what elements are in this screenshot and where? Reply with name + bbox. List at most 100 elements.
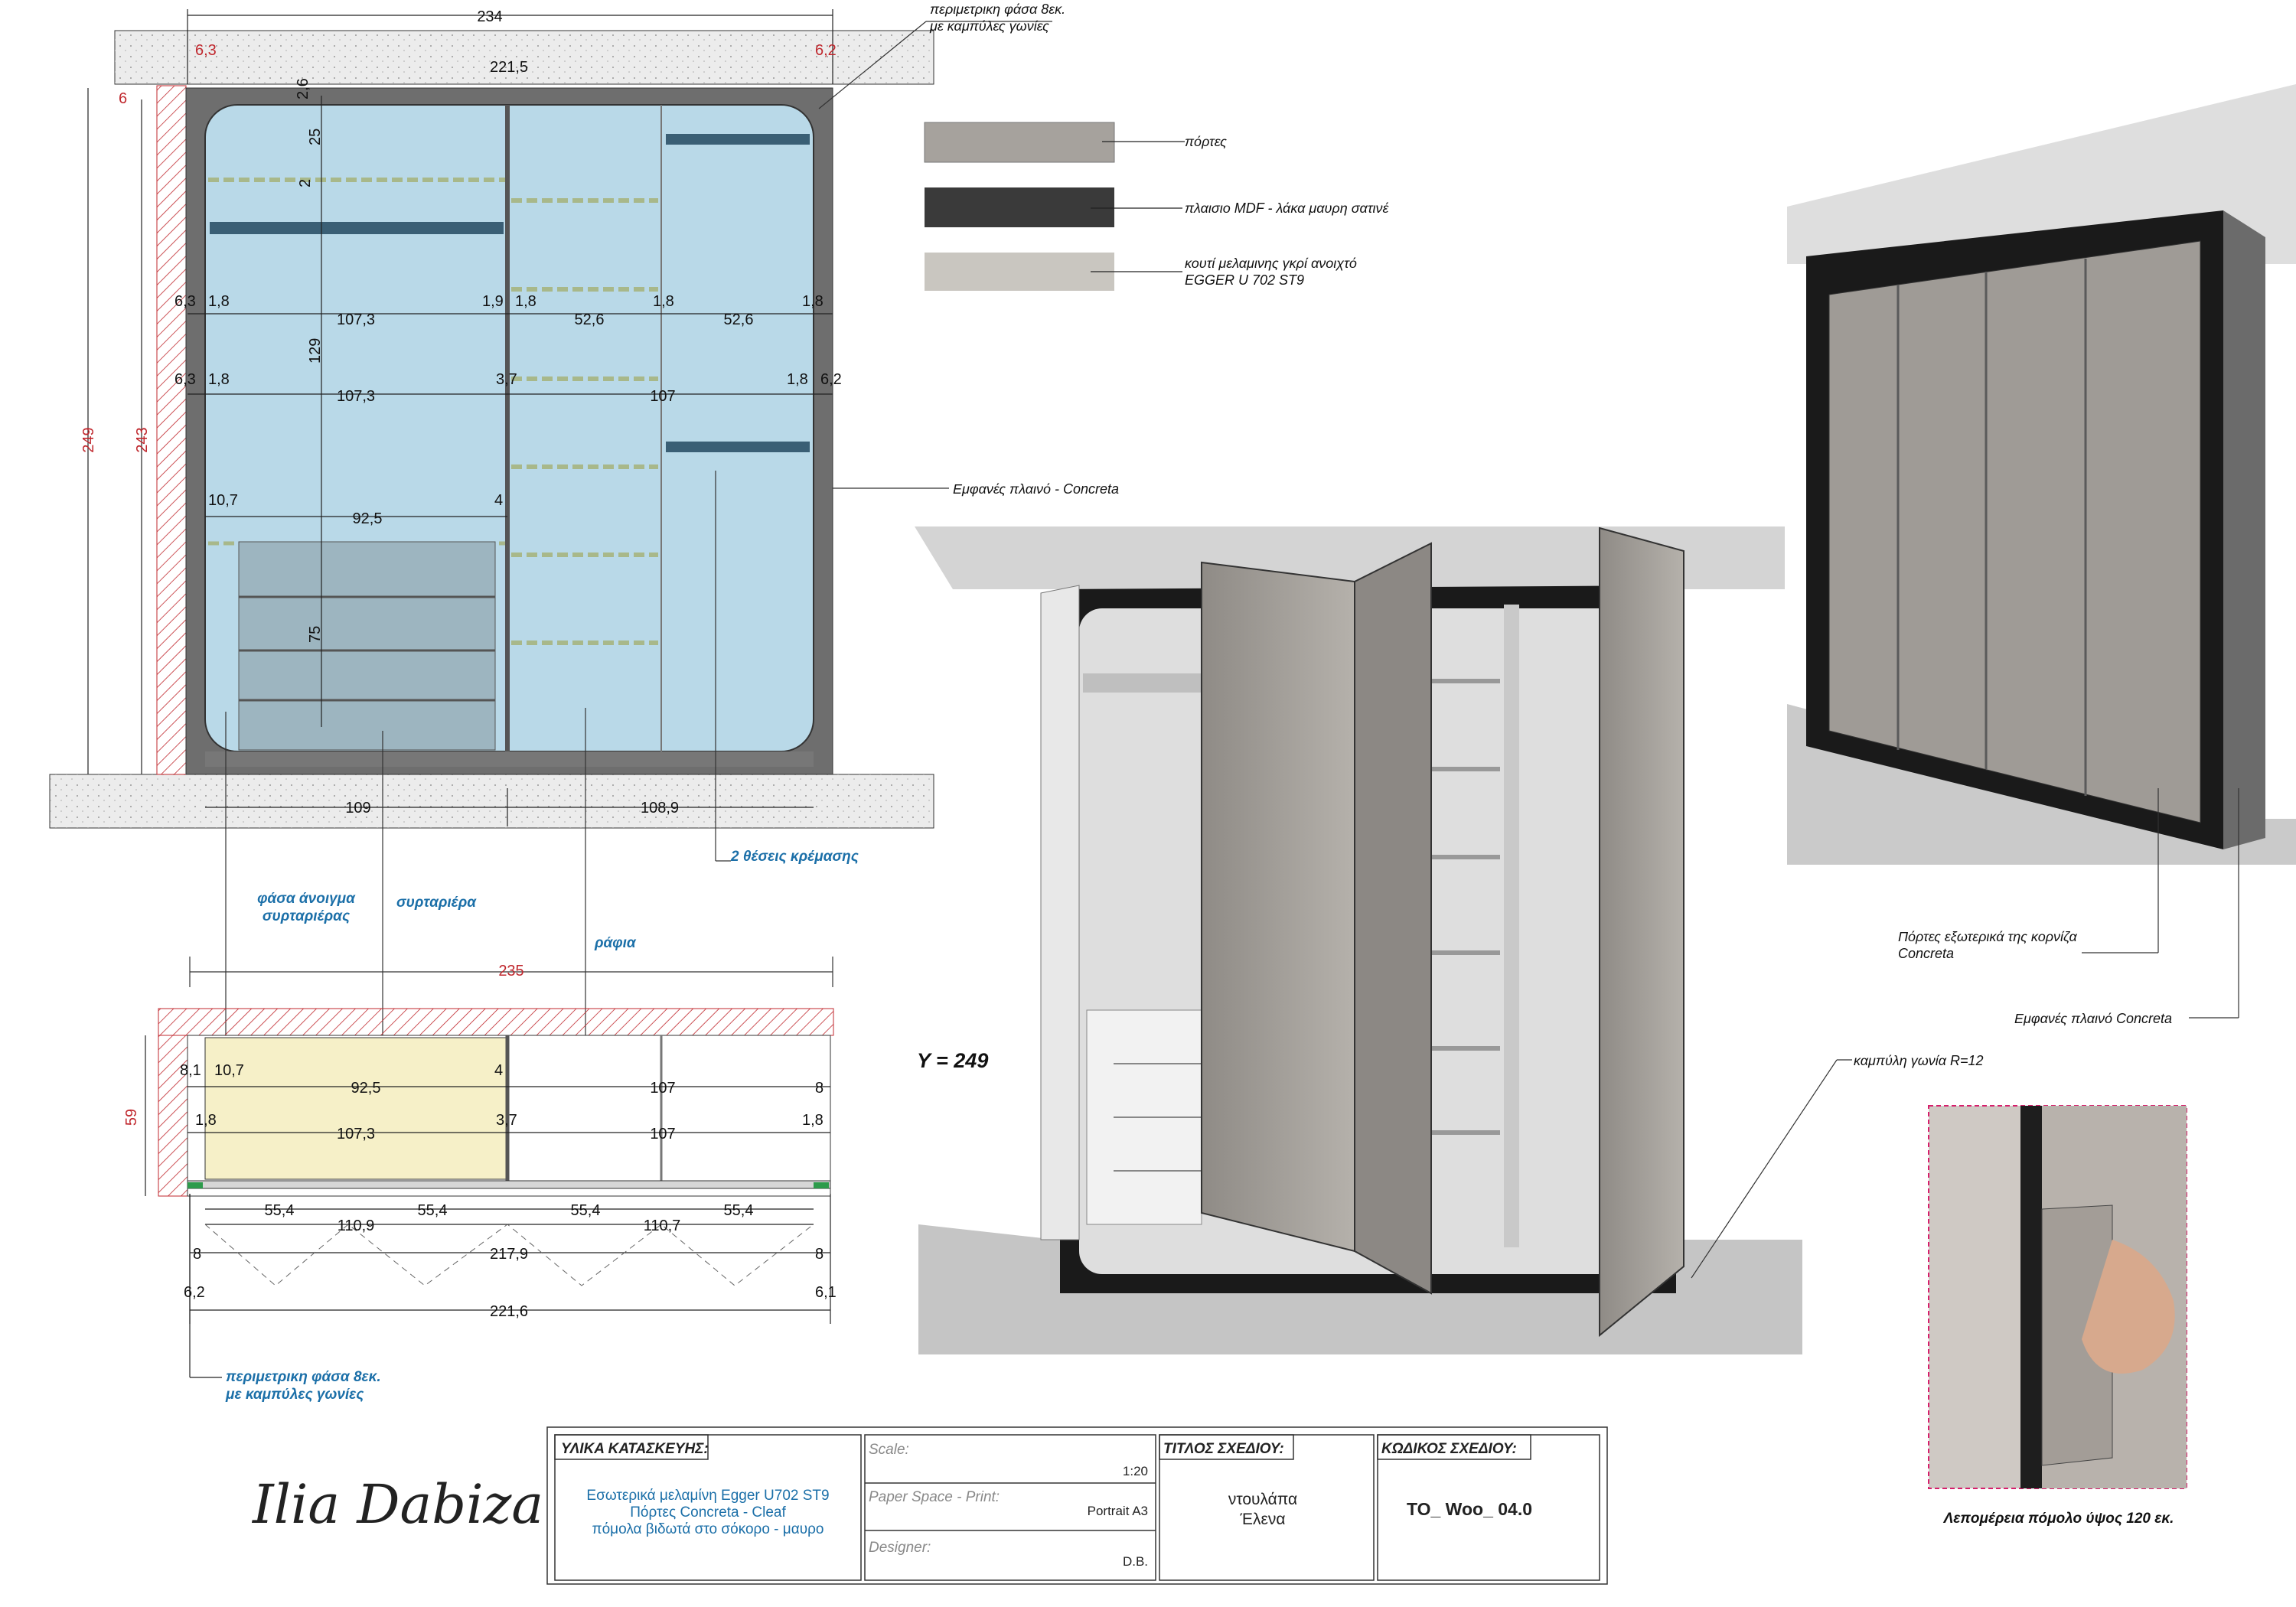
note-ext-doors-2: Concreta [1898, 946, 1954, 961]
svg-text:6,1: 6,1 [815, 1284, 837, 1301]
note-perimeter-bottom-2: με καμπύλες γωνίες [225, 1387, 364, 1403]
tb-designer: D.B. [1123, 1554, 1148, 1569]
render-open [915, 526, 1802, 1354]
plan-view [145, 1008, 834, 1378]
tb-code: TO_ Woo_ 04.0 [1407, 1499, 1532, 1519]
note-drawer-opening-1: φάσα άνοιγμα [257, 891, 356, 907]
tb-code-label: ΚΩΔΙΚΟΣ ΣΧΕΔΙΟΥ: [1381, 1441, 1517, 1457]
tb-paper-label: Paper Space - Print: [869, 1489, 1000, 1505]
svg-text:52,6: 52,6 [724, 311, 754, 328]
tb-scale-label: Scale: [869, 1442, 909, 1458]
dim-mid-height: 129 [307, 338, 324, 363]
svg-text:1,8: 1,8 [208, 293, 230, 310]
svg-text:1,8: 1,8 [208, 371, 230, 388]
svg-text:217,9: 217,9 [490, 1246, 528, 1263]
render-closed [1787, 84, 2296, 865]
svg-text:92,5: 92,5 [353, 510, 383, 527]
note-perimeter-2: με καμπύλες γωνίες [929, 18, 1049, 34]
dim-top-gap: 2,6 [295, 78, 311, 99]
dim-drawer-height: 75 [307, 626, 324, 643]
svg-text:107,3: 107,3 [337, 311, 375, 328]
note-perimeter-bottom-1: περιμετρικη φάσα 8εκ. [226, 1369, 381, 1385]
dim-plan-overall: 235 [498, 963, 523, 980]
front-elevation [49, 9, 934, 829]
tb-material-1: Εσωτερικά μελαμίνη Egger U702 ST9 [586, 1488, 829, 1504]
svg-text:107,3: 107,3 [337, 388, 375, 405]
svg-text:1,8: 1,8 [802, 293, 823, 310]
svg-text:8: 8 [815, 1246, 823, 1263]
dim-height-inner: 243 [134, 427, 151, 452]
dim-right: 6,2 [815, 42, 837, 59]
tb-material-3: πόμολα βιδωτά στο σόκορο - μαυρο [592, 1521, 824, 1537]
svg-text:6,2: 6,2 [820, 371, 842, 388]
note-height: Y = 249 [917, 1049, 988, 1072]
designer-signature: Ilia Dabiza [251, 1473, 543, 1536]
dim-top: 6 [119, 90, 127, 107]
svg-text:55,4: 55,4 [724, 1202, 754, 1219]
svg-text:8: 8 [815, 1080, 823, 1097]
svg-text:52,6: 52,6 [575, 311, 605, 328]
swatch-mdf [925, 187, 1114, 227]
note-hanging: 2 θέσεις κρέμασης [730, 849, 859, 865]
svg-text:1,8: 1,8 [653, 293, 674, 310]
note-visible-panel: Εμφανές πλαινό - Concreta [953, 481, 1119, 497]
legend-melamine-code: EGGER U 702 ST9 [1185, 272, 1304, 288]
dim-plan-depth: 59 [123, 1109, 140, 1126]
svg-text:55,4: 55,4 [418, 1202, 448, 1219]
svg-text:3,7: 3,7 [496, 371, 517, 388]
svg-text:4: 4 [494, 492, 503, 509]
note-ext-doors-1: Πόρτες εξωτερικά της κορνίζα [1898, 929, 2077, 944]
svg-text:107: 107 [650, 388, 675, 405]
svg-text:221,6: 221,6 [490, 1303, 528, 1320]
svg-text:1,9: 1,9 [482, 293, 504, 310]
tb-designer-label: Designer: [869, 1540, 931, 1556]
dim-bottom-right: 108,9 [641, 800, 679, 817]
note-corner: καμπύλη γωνία R=12 [1854, 1053, 1984, 1068]
tb-paper: Portrait A3 [1088, 1504, 1148, 1518]
handle-detail [1928, 1105, 2187, 1489]
plan-dim-row3: 55,4 55,4 55,4 55,4 [265, 1202, 754, 1219]
note-drawer-opening-2: συρταριέρας [263, 908, 351, 924]
svg-text:1,8: 1,8 [787, 371, 808, 388]
note-shelves: ράφια [594, 935, 637, 951]
svg-text:10,7: 10,7 [208, 492, 238, 509]
swatch-melamine [925, 253, 1114, 291]
dim-shelf-gap: 2 [297, 179, 314, 187]
svg-text:8: 8 [193, 1246, 201, 1263]
tb-materials-label: ΥΛΙΚΑ ΚΑΤΑΣΚΕΥΗΣ: [561, 1441, 709, 1457]
note-perimeter-1: περιμετρικη φάσα 8εκ. [930, 2, 1065, 17]
svg-text:110,7: 110,7 [644, 1217, 681, 1234]
dim-height-total: 249 [80, 427, 97, 452]
dim-left: 6,3 [195, 42, 217, 59]
svg-text:107: 107 [650, 1126, 675, 1143]
svg-text:6,3: 6,3 [174, 371, 196, 388]
drawing-sheet: { "colors":{"glass":"#b9d9e8","frame":"#… [0, 0, 2296, 1607]
svg-text:1,8: 1,8 [802, 1112, 823, 1129]
note-drawer: συρταριέρα [396, 895, 477, 911]
drawing-canvas: 234 6,3 221,5 6,2 6 249 243 2,6 25 2 129… [49, 2, 2296, 1585]
tb-material-2: Πόρτες Concreta - Cleaf [630, 1504, 786, 1521]
note-ext-panel: Εμφανές πλαινό Concreta [2014, 1011, 2172, 1026]
svg-text:107: 107 [650, 1080, 675, 1097]
legend-mdf: πλαισιο MDF - λάκα μαυρη σατινέ [1185, 200, 1390, 216]
svg-text:92,5: 92,5 [351, 1080, 381, 1097]
materials-legend [924, 122, 1185, 291]
open-door-1 [1201, 561, 1355, 1253]
left-wall [156, 85, 187, 775]
dim-shelf-height: 25 [307, 129, 324, 145]
svg-text:3,7: 3,7 [496, 1112, 517, 1129]
plan-dim-row5: 8 217,9 8 [193, 1246, 823, 1263]
svg-text:55,4: 55,4 [571, 1202, 601, 1219]
dim-bottom-left: 109 [345, 800, 370, 817]
open-door-2 [1354, 542, 1432, 1295]
note-handle-detail: Λεπομέρεια πόμολο ύψος 120 εκ. [1943, 1511, 2174, 1527]
tb-title-1: ντουλάπα [1228, 1491, 1297, 1508]
swatch-doors [924, 122, 1115, 163]
tb-title-2: Έλενα [1240, 1511, 1286, 1528]
tb-title-label: ΤΙΤΛΟΣ ΣΧΕΔΙΟΥ: [1163, 1441, 1284, 1457]
drawer-unit [238, 541, 496, 751]
legend-doors: πόρτες [1185, 134, 1227, 149]
svg-text:6,2: 6,2 [184, 1284, 205, 1301]
tb-scale: 1:20 [1123, 1464, 1148, 1478]
legend-melamine: κουτί μελαμινης γκρί ανοιχτό [1185, 256, 1357, 271]
